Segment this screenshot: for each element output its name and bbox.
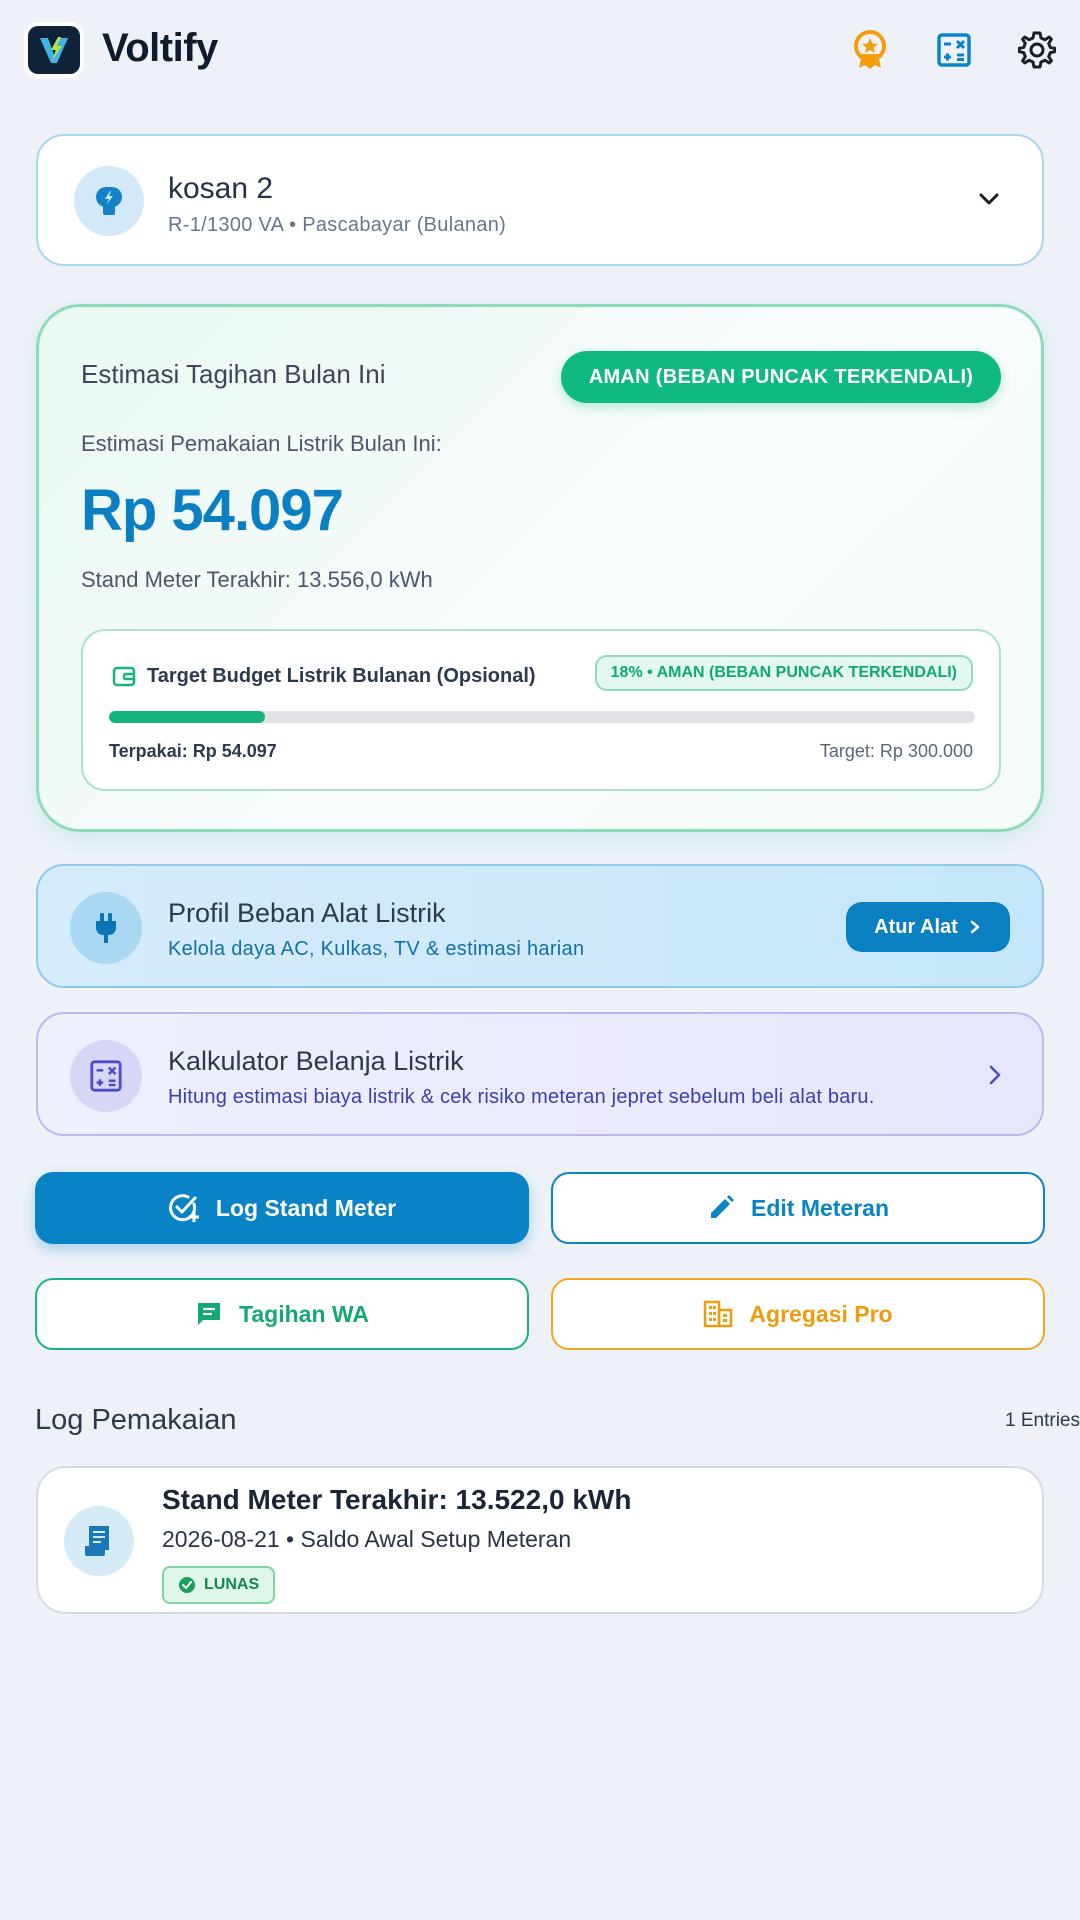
electricity-calculator-card[interactable]: Kalkulator Belanja Listrik Hitung estima… [36, 1012, 1044, 1136]
app-logo [28, 26, 80, 74]
budget-progress-fill [109, 711, 265, 723]
receipt-icon-circle [64, 1506, 134, 1576]
appliance-profile-card[interactable]: Profil Beban Alat Listrik Kelola daya AC… [36, 864, 1044, 988]
budget-status-badge: 18% • AMAN (BEBAN PUNCAK TERKENDALI) [594, 655, 973, 691]
app-header: Voltify [0, 0, 1080, 100]
whatsapp-bill-button[interactable]: Tagihan WA [35, 1278, 529, 1350]
log-entry-date-note: 2026-08-21 • Saldo Awal Setup Meteran [162, 1526, 572, 1552]
calculator-card-subtitle: Hitung estimasi biaya listrik & cek risi… [168, 1086, 875, 1108]
pro-aggregation-button[interactable]: Agregasi Pro [551, 1278, 1045, 1350]
meter-details: R-1/1300 VA • Pascabayar (Bulanan) [168, 214, 507, 236]
manage-appliances-button[interactable]: Atur Alat [846, 902, 1010, 952]
log-meter-button[interactable]: Log Stand Meter [35, 1172, 529, 1244]
estimate-label: Estimasi Pemakaian Listrik Bulan Ini: [81, 431, 442, 456]
receipt-icon [85, 1526, 109, 1556]
profile-card-subtitle: Kelola daya AC, Kulkas, TV & estimasi ha… [168, 938, 585, 960]
chevron-right-icon[interactable] [982, 1062, 1008, 1088]
budget-progress-bar [109, 711, 975, 723]
budget-target-box: Target Budget Listrik Bulanan (Opsional)… [81, 629, 1001, 791]
whatsapp-bill-label: Tagihan WA [239, 1300, 369, 1327]
log-entry-reading: Stand Meter Terakhir: 13.522,0 kWh [162, 1484, 632, 1515]
pro-aggregation-label: Agregasi Pro [749, 1300, 893, 1327]
edit-meter-label: Edit Meteran [750, 1194, 890, 1221]
last-meter-reading: Stand Meter Terakhir: 13.556,0 kWh [81, 567, 433, 592]
plug-icon-circle [70, 892, 142, 964]
log-section-title: Log Pemakaian [35, 1404, 237, 1436]
paid-status-label: LUNAS [204, 1576, 260, 1593]
settings-gear-icon[interactable] [1015, 28, 1059, 72]
award-icon[interactable] [848, 28, 892, 72]
calculator-icon [90, 1060, 122, 1092]
calculator-card-title: Kalkulator Belanja Listrik [168, 1046, 464, 1076]
wallet-icon [112, 666, 136, 687]
meter-selector[interactable]: kosan 2 R-1/1300 VA • Pascabayar (Bulana… [36, 134, 1044, 266]
estimate-card: Estimasi Tagihan Bulan Ini AMAN (BEBAN P… [36, 304, 1044, 832]
pencil-icon [710, 1195, 734, 1218]
status-badge: AMAN (BEBAN PUNCAK TERKENDALI) [561, 351, 1001, 403]
budget-used: Terpakai: Rp 54.097 [109, 741, 277, 761]
meter-name: kosan 2 [168, 172, 274, 205]
chevron-down-icon[interactable] [974, 184, 1004, 214]
voltify-logo-icon [40, 37, 68, 63]
meter-avatar [74, 166, 144, 236]
check-circle-icon [179, 1577, 195, 1593]
electric-meter-icon [96, 187, 122, 215]
manage-appliances-label: Atur Alat [874, 915, 958, 938]
check-circle-plus-icon [169, 1194, 199, 1222]
profile-card-title: Profil Beban Alat Listrik [168, 898, 446, 928]
log-meter-label: Log Stand Meter [215, 1194, 397, 1221]
log-entry[interactable]: Stand Meter Terakhir: 13.522,0 kWh 2026-… [36, 1466, 1044, 1614]
edit-meter-button[interactable]: Edit Meteran [551, 1172, 1045, 1244]
chat-icon [198, 1303, 221, 1325]
log-entry-count: 1 Entries [1005, 1410, 1080, 1431]
estimate-title: Estimasi Tagihan Bulan Ini [81, 359, 386, 389]
plug-icon [96, 913, 116, 943]
calculator-icon-circle [70, 1040, 142, 1112]
calculator-icon[interactable] [932, 28, 976, 72]
estimate-amount: Rp 54.097 [81, 478, 344, 543]
budget-target: Target: Rp 300.000 [819, 741, 973, 761]
building-icon [704, 1300, 733, 1328]
paid-status-badge: LUNAS [162, 1566, 276, 1604]
chevron-right-icon [970, 920, 980, 934]
app-title: Voltify [102, 26, 218, 70]
budget-title: Target Budget Listrik Bulanan (Opsional) [147, 665, 536, 687]
